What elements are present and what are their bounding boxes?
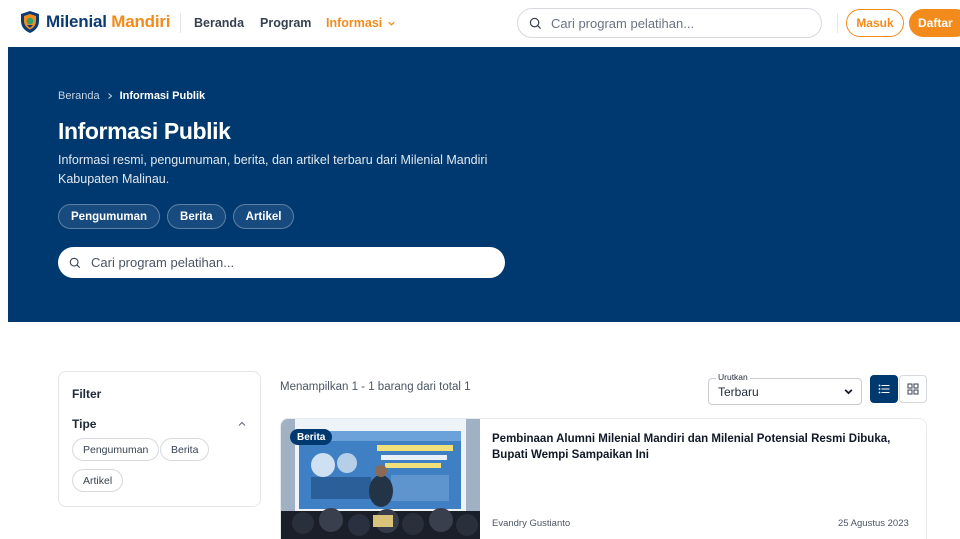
- grid-view-button[interactable]: [899, 375, 927, 403]
- header-search-box[interactable]: [517, 8, 822, 38]
- article-title[interactable]: Pembinaan Alumni Milenial Mandiri dan Mi…: [492, 431, 912, 463]
- chip-artikel[interactable]: Artikel: [232, 204, 295, 229]
- chip-pengumuman[interactable]: Pengumuman: [58, 204, 161, 229]
- list-view-icon: [878, 384, 890, 394]
- breadcrumb-current: Informasi Publik: [119, 90, 206, 102]
- register-button[interactable]: Daftar: [909, 9, 960, 37]
- result-count: Menampilkan 1 - 1 barang dari total 1: [280, 381, 471, 393]
- breadcrumb-home[interactable]: Beranda: [58, 90, 100, 102]
- sort-selected-value: Terbaru: [718, 384, 759, 399]
- article-card[interactable]: Berita Pembinaan Alumni Milenial Mandiri…: [280, 418, 927, 539]
- nav-divider: [180, 13, 181, 33]
- category-chips: Pengumuman Berita Artikel: [58, 204, 295, 229]
- shield-logo-icon: [21, 11, 39, 33]
- hero-search-box[interactable]: [58, 247, 505, 278]
- chevron-down-icon: [844, 389, 853, 395]
- article-date: 25 Agustus 2023: [838, 518, 909, 529]
- brand-logo[interactable]: Milenial Mandiri: [20, 10, 171, 34]
- breadcrumb: Beranda Informasi Publik: [58, 90, 205, 102]
- filter-title: Filter: [72, 387, 102, 401]
- search-icon: [69, 257, 81, 268]
- brand-name-part2: Mandiri: [111, 12, 171, 31]
- sort-label: Urutkan: [716, 372, 750, 382]
- nav-beranda[interactable]: Beranda: [194, 16, 244, 30]
- login-button[interactable]: Masuk: [846, 9, 904, 37]
- chevron-up-icon[interactable]: [237, 419, 247, 429]
- nav-informasi[interactable]: Informasi: [326, 16, 396, 30]
- article-thumbnail[interactable]: Berita: [281, 419, 480, 539]
- grid-view-icon: [907, 383, 919, 395]
- search-icon: [529, 17, 542, 29]
- filter-option-berita[interactable]: Berita: [160, 438, 210, 461]
- chevron-down-icon: [388, 21, 395, 26]
- filter-option-pengumuman[interactable]: Pengumuman: [72, 438, 160, 461]
- brand-name: Milenial Mandiri: [46, 12, 171, 32]
- header-divider: [837, 13, 838, 33]
- filter-option-artikel[interactable]: Artikel: [72, 469, 124, 492]
- page-description: Informasi resmi, pengumuman, berita, dan…: [58, 153, 488, 186]
- article-author: Evandry Gustianto: [492, 518, 571, 529]
- page-title: Informasi Publik: [58, 118, 231, 144]
- article-badge: Berita: [290, 429, 333, 445]
- nav-program[interactable]: Program: [260, 16, 311, 30]
- sort-select[interactable]: Terbaru: [708, 378, 862, 405]
- chip-berita[interactable]: Berita: [167, 204, 226, 229]
- filter-panel: Filter Tipe Pengumuman Berita Artikel: [58, 371, 261, 507]
- top-navbar: Milenial Mandiri Beranda Program Informa…: [0, 0, 960, 47]
- brand-name-part1: Milenial: [46, 12, 107, 31]
- nav-informasi-label: Informasi: [326, 16, 383, 30]
- list-view-button[interactable]: [870, 375, 898, 403]
- chevron-right-icon: [107, 93, 112, 99]
- hero-search-input[interactable]: [91, 255, 471, 270]
- filter-type-label[interactable]: Tipe: [72, 417, 96, 431]
- header-search-input[interactable]: [551, 15, 801, 31]
